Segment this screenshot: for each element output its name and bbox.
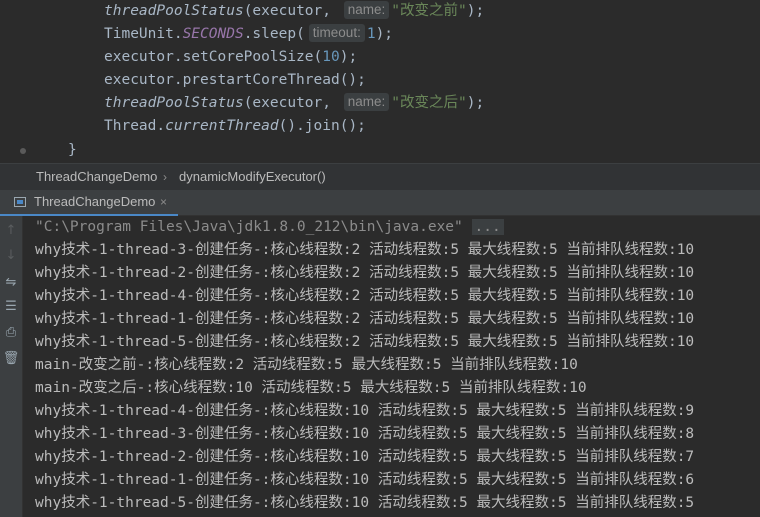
down-arrow-icon[interactable]: ↓ <box>2 247 20 265</box>
code-text: .sleep( <box>243 26 305 42</box>
code-text: executor.setCorePoolSize( <box>104 49 323 65</box>
print-icon[interactable]: ⎙ <box>2 324 20 342</box>
breadcrumb-separator-icon: › <box>163 170 167 184</box>
close-icon[interactable]: × <box>160 190 167 214</box>
code-line-3[interactable]: executor.setCorePoolSize(10); <box>104 46 357 69</box>
console-line: why技术-1-thread-4-创建任务-:核心线程数:2 活动线程数:5 最… <box>35 288 695 304</box>
code-text: ); <box>375 26 394 42</box>
code-text: executor.prestartCoreThread(); <box>104 72 366 88</box>
breadcrumb-class[interactable]: ThreadChangeDemo <box>36 164 157 190</box>
console-command-line: "C:\Program Files\Java\jdk1.8.0_212\bin\… <box>35 216 504 239</box>
run-tab-bar: ThreadChangeDemo × <box>0 190 760 217</box>
parameter-hint: name: <box>343 93 390 111</box>
console-line: main-改变之前-:核心线程数:2 活动线程数:5 最大线程数:5 当前排队线… <box>35 357 578 373</box>
code-line-2[interactable]: TimeUnit.SECONDS.sleep(timeout: 1); <box>104 23 393 46</box>
console-line: why技术-1-thread-2-创建任务-:核心线程数:10 活动线程数:5 … <box>35 449 695 465</box>
code-line-6[interactable]: Thread.currentThread().join(); <box>104 115 366 138</box>
string-literal: "改变之前" <box>391 3 467 19</box>
command-text: "C:\Program Files\Java\jdk1.8.0_212\bin\… <box>35 219 463 235</box>
code-text: ); <box>466 95 485 111</box>
console-line: why技术-1-thread-5-创建任务-:核心线程数:2 活动线程数:5 最… <box>35 334 695 350</box>
console-line: why技术-1-thread-1-创建任务-:核心线程数:10 活动线程数:5 … <box>35 472 695 488</box>
scroll-to-end-icon[interactable]: ☰ <box>2 298 20 316</box>
code-text: ); <box>466 3 485 19</box>
console-line: why技术-1-thread-2-创建任务-:核心线程数:2 活动线程数:5 最… <box>35 265 695 281</box>
command-ellipsis[interactable]: ... <box>471 219 504 235</box>
soft-wrap-icon[interactable]: ⇋ <box>2 274 20 292</box>
console-line: why技术-1-thread-3-创建任务-:核心线程数:2 活动线程数:5 最… <box>35 242 695 258</box>
code-text: (executor, <box>243 3 340 19</box>
console-line: why技术-1-thread-5-创建任务-:核心线程数:10 活动线程数:5 … <box>35 495 695 511</box>
console-line: why技术-1-thread-4-创建任务-:核心线程数:10 活动线程数:5 … <box>35 403 695 419</box>
code-text: TimeUnit. <box>104 26 183 42</box>
console-line: main-改变之后-:核心线程数:10 活动线程数:5 最大线程数:5 当前排队… <box>35 380 587 396</box>
code-text: ().join(); <box>278 118 366 134</box>
code-text: (executor, <box>243 95 340 111</box>
method-call: threadPoolStatus <box>104 95 244 111</box>
code-editor[interactable]: threadPoolStatus(executor, name: "改变之前");… <box>0 0 760 163</box>
up-arrow-icon[interactable]: ↑ <box>2 222 20 240</box>
run-tab-label: ThreadChangeDemo <box>34 194 156 209</box>
console-toolbar: ↑ ↓ ⇋ ☰ ⎙ 🗑 <box>0 216 23 517</box>
string-literal: "改变之后" <box>391 95 467 111</box>
code-line-5[interactable]: threadPoolStatus(executor, name: "改变之后"); <box>104 92 484 115</box>
code-line-1[interactable]: threadPoolStatus(executor, name: "改变之前"); <box>104 0 484 23</box>
parameter-hint: timeout: <box>308 24 365 42</box>
run-tab[interactable]: ThreadChangeDemo × <box>0 190 178 217</box>
code-line-4[interactable]: executor.prestartCoreThread(); <box>104 69 366 92</box>
trash-icon[interactable]: 🗑 <box>2 350 20 368</box>
number-literal: 10 <box>322 49 340 65</box>
method-call: threadPoolStatus <box>104 3 244 19</box>
parameter-hint: name: <box>343 1 390 19</box>
fold-marker-icon[interactable] <box>20 148 26 154</box>
code-text: Thread. <box>104 118 166 134</box>
method-call: currentThread <box>165 118 279 134</box>
console-line: why技术-1-thread-1-创建任务-:核心线程数:2 活动线程数:5 最… <box>35 311 695 327</box>
console-output[interactable]: "C:\Program Files\Java\jdk1.8.0_212\bin\… <box>23 216 760 517</box>
breadcrumb-method[interactable]: dynamicModifyExecutor() <box>179 164 326 190</box>
number-literal: 1 <box>366 26 376 42</box>
closing-brace: } <box>68 142 77 158</box>
constant: SECONDS <box>182 26 244 42</box>
run-config-icon <box>14 197 26 207</box>
console-line: why技术-1-thread-3-创建任务-:核心线程数:10 活动线程数:5 … <box>35 426 695 442</box>
breadcrumb: ThreadChangeDemo › dynamicModifyExecutor… <box>0 163 760 190</box>
code-text: ); <box>339 49 358 65</box>
